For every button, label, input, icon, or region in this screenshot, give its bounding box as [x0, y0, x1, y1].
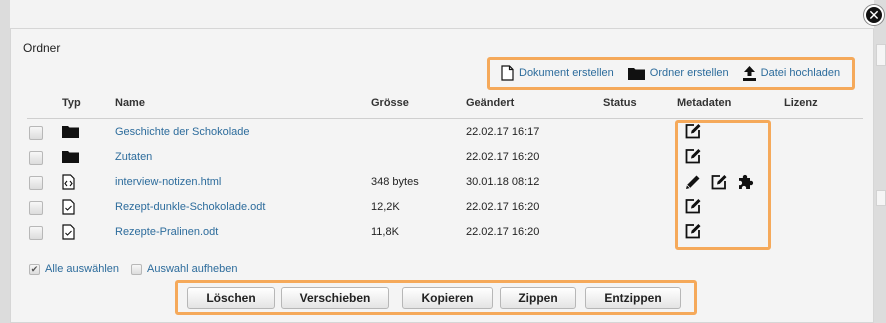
file-name-link[interactable]: Rezept-dunkle-Schokolade.odt [115, 201, 265, 213]
edit-icon[interactable] [685, 123, 701, 139]
create-document-link[interactable]: Dokument erstellen [501, 65, 614, 81]
background-control [876, 44, 886, 66]
column-header-license: Lizenz [784, 97, 818, 109]
metadata-actions [685, 123, 701, 139]
column-header-name[interactable]: Name [115, 97, 145, 109]
edit-icon[interactable] [685, 198, 701, 214]
background-left-edge [0, 0, 10, 323]
metadata-actions [685, 198, 701, 214]
select-all-label: Alle auswählen [45, 263, 119, 275]
upload-file-link[interactable]: Datei hochladen [742, 65, 841, 81]
file-size: 12,2K [371, 201, 400, 213]
delete-button[interactable]: Löschen [187, 287, 275, 309]
puzzle-icon[interactable] [737, 173, 755, 191]
metadata-actions [685, 223, 701, 239]
move-button[interactable]: Verschieben [281, 287, 389, 309]
table-row: Rezepte-Pralinen.odt 11,8K 22.02.17 16:2… [27, 222, 863, 247]
file-modified: 22.02.17 16:17 [466, 126, 540, 138]
row-checkbox[interactable] [29, 201, 43, 215]
table-header: Typ Name Grösse Geändert Status Metadate… [27, 91, 863, 119]
file-name-link[interactable]: interview-notizen.html [115, 176, 221, 188]
toolbar: Dokument erstellen Ordner erstellen Date… [501, 62, 840, 84]
edit-icon[interactable] [711, 174, 727, 190]
create-document-label: Dokument erstellen [519, 67, 614, 79]
create-folder-link[interactable]: Ordner erstellen [627, 67, 729, 80]
folder-dialog: Ordner Dokument erstellen Ordner erstell… [10, 28, 874, 323]
file-modified: 22.02.17 16:20 [466, 226, 540, 238]
file-modified: 22.02.17 16:20 [466, 151, 540, 163]
background-control [876, 190, 886, 206]
file-name-link[interactable]: Rezepte-Pralinen.odt [115, 226, 218, 238]
table-row: interview-notizen.html 348 bytes 30.01.1… [27, 172, 863, 197]
column-header-metadata: Metadaten [677, 97, 732, 109]
metadata-actions [685, 148, 701, 164]
column-header-type: Typ [62, 97, 81, 109]
row-checkbox[interactable] [29, 226, 43, 240]
table-row: Geschichte der Schokolade 22.02.17 16:17 [27, 122, 863, 147]
file-size: 348 bytes [371, 176, 419, 188]
file-modified: 30.01.18 08:12 [466, 176, 540, 188]
edit-icon[interactable] [685, 223, 701, 239]
table-row: Zutaten 22.02.17 16:20 [27, 147, 863, 172]
select-all-checkbox[interactable]: ✔ [29, 263, 40, 275]
upload-icon [742, 65, 756, 81]
column-header-status[interactable]: Status [603, 97, 637, 109]
document-icon [501, 65, 514, 81]
folder-icon [62, 126, 79, 138]
deselect-toggle[interactable]: Auswahl aufheben [131, 263, 238, 275]
deselect-checkbox[interactable] [131, 263, 142, 275]
edit-icon[interactable] [685, 148, 701, 164]
background-header [0, 0, 886, 28]
copy-button[interactable]: Kopieren [402, 287, 493, 309]
file-name-link[interactable]: Geschichte der Schokolade [115, 126, 250, 138]
row-checkbox[interactable] [29, 176, 43, 190]
row-checkbox[interactable] [29, 126, 43, 140]
column-header-modified[interactable]: Geändert [466, 97, 514, 109]
deselect-label: Auswahl aufheben [147, 263, 238, 275]
document-file-icon [62, 224, 75, 240]
folder-icon [62, 151, 79, 163]
metadata-actions [685, 173, 755, 191]
close-dialog-button[interactable]: ✕ [864, 5, 884, 25]
zip-button[interactable]: Zippen [500, 287, 576, 309]
select-all-toggle[interactable]: ✔ Alle auswählen [29, 263, 119, 275]
pencil-icon[interactable] [685, 174, 701, 190]
row-checkbox[interactable] [29, 151, 43, 165]
html-file-icon [62, 174, 75, 190]
upload-file-label: Datei hochladen [760, 67, 841, 79]
dialog-title: Ordner [23, 41, 61, 55]
document-file-icon [62, 199, 75, 215]
file-modified: 22.02.17 16:20 [466, 201, 540, 213]
folder-icon [627, 67, 645, 80]
column-header-size[interactable]: Grösse [371, 97, 409, 109]
table-row: Rezept-dunkle-Schokolade.odt 12,2K 22.02… [27, 197, 863, 222]
unzip-button[interactable]: Entzippen [585, 287, 681, 309]
create-folder-label: Ordner erstellen [649, 67, 729, 79]
file-name-link[interactable]: Zutaten [115, 151, 152, 163]
file-size: 11,8K [371, 226, 399, 238]
